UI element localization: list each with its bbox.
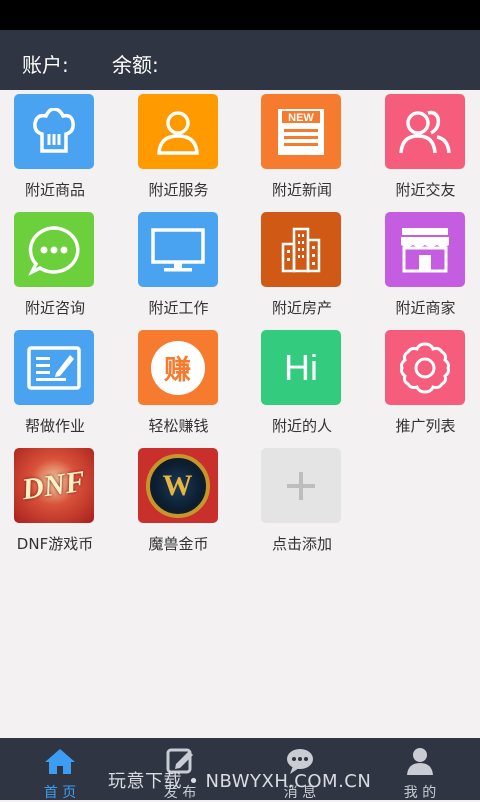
people-icon xyxy=(385,94,465,169)
chat-bubble-icon xyxy=(14,212,94,287)
status-bar xyxy=(0,0,480,30)
grid-item-6[interactable]: 附近工作 xyxy=(124,208,244,326)
svg-text:NEW: NEW xyxy=(288,112,314,124)
grid-item-13[interactable]: DNF DNF游戏币 xyxy=(0,444,120,562)
monitor-icon xyxy=(138,212,218,287)
grid-item-label: DNF游戏币 xyxy=(0,533,110,554)
warcraft-logo-icon: W xyxy=(138,448,218,523)
hi-glyph: Hi xyxy=(284,347,318,389)
grid-item-label: 附近工作 xyxy=(124,297,234,318)
grid-item-label: 附近交友 xyxy=(371,179,480,200)
grid-item-label: 点击添加 xyxy=(247,533,357,554)
notebook-icon xyxy=(14,330,94,405)
grid-item-label: 附近服务 xyxy=(124,179,234,200)
grid-item-12[interactable]: 推广列表 xyxy=(371,326,480,444)
grid-item-label: 附近商品 xyxy=(0,179,110,200)
account-label: 账户: xyxy=(22,49,69,78)
grid-item-1[interactable]: 附近商品 xyxy=(0,90,120,208)
grid-item-3[interactable]: NEW 附近新闻 xyxy=(247,90,367,208)
grid-item-label: 推广列表 xyxy=(371,415,480,436)
grid-item-label: 魔兽金币 xyxy=(124,533,234,554)
dnf-logo-icon: DNF xyxy=(14,448,94,523)
earn-glyph: 赚 xyxy=(164,348,191,387)
home-icon xyxy=(42,746,78,776)
grid-item-label: 附近新闻 xyxy=(247,179,357,200)
tab-home[interactable]: 首 页 xyxy=(0,738,120,800)
grid-item-10[interactable]: 赚轻松赚钱 xyxy=(124,326,244,444)
grid-item-label: 轻松赚钱 xyxy=(124,415,234,436)
plus-icon xyxy=(261,448,341,523)
grid-item-11[interactable]: Hi 附近的人 xyxy=(247,326,367,444)
building-icon xyxy=(261,212,341,287)
storefront-icon xyxy=(385,212,465,287)
hi-icon: Hi xyxy=(261,330,341,405)
grid-item-8[interactable]: 附近商家 xyxy=(371,208,480,326)
tab-profile[interactable]: 我 的 xyxy=(360,738,480,800)
grid-item-label: 附近的人 xyxy=(247,415,357,436)
grid-item-9[interactable]: 帮做作业 xyxy=(0,326,120,444)
watermark: 玩意下载 • NBWYXH.COM.CN xyxy=(108,767,371,793)
grid-item-label: 附近咨询 xyxy=(0,297,110,318)
user-icon xyxy=(402,746,438,776)
grid-item-label: 附近商家 xyxy=(371,297,480,318)
earn-icon: 赚 xyxy=(138,330,218,405)
grid-item-5[interactable]: 附近咨询 xyxy=(0,208,120,326)
grid-item-14[interactable]: W 魔兽金币 xyxy=(124,444,244,562)
grid-item-7[interactable]: 附近房产 xyxy=(247,208,367,326)
tab-profile-label: 我 的 xyxy=(360,782,480,802)
header: 账户: 余额: xyxy=(0,30,480,90)
tab-home-label: 首 页 xyxy=(0,782,120,802)
warcraft-glyph: W xyxy=(163,469,193,503)
person-icon xyxy=(138,94,218,169)
dnf-glyph: DNF xyxy=(20,464,87,506)
grid-item-label: 附近房产 xyxy=(247,297,357,318)
grid-item-label: 帮做作业 xyxy=(0,415,110,436)
grid-item-2[interactable]: 附近服务 xyxy=(124,90,244,208)
newspaper-icon: NEW xyxy=(261,94,341,169)
balance-label: 余额: xyxy=(112,49,159,78)
grid-item-4[interactable]: 附近交友 xyxy=(371,90,480,208)
flower-ring-icon xyxy=(385,330,465,405)
chef-hat-icon xyxy=(14,94,94,169)
grid-item-15[interactable]: 点击添加 xyxy=(247,444,367,562)
